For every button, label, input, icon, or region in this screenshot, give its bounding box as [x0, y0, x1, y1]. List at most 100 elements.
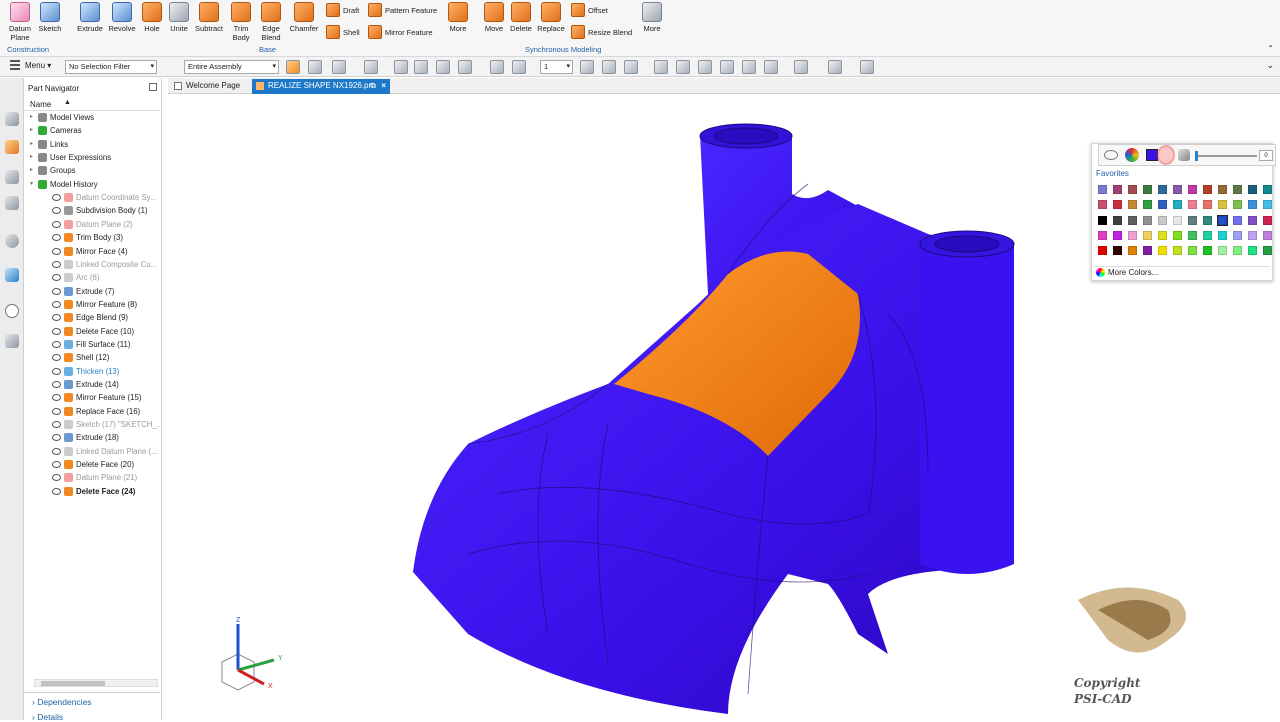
color-swatch[interactable] [1217, 214, 1228, 226]
sheet-icon[interactable] [512, 60, 526, 74]
color-swatch[interactable] [1143, 200, 1152, 210]
tree-node[interactable]: Extrude (14) [24, 378, 160, 391]
background-icon[interactable] [828, 60, 842, 74]
filter-icon[interactable] [364, 60, 378, 74]
color-swatch[interactable] [1143, 215, 1152, 225]
color-swatch[interactable] [1218, 200, 1227, 210]
assembly-navigator-icon[interactable] [5, 112, 19, 126]
visibility-icon[interactable] [52, 407, 61, 415]
color-swatch[interactable] [1158, 185, 1167, 194]
visibility-icon[interactable] [52, 207, 61, 215]
tree-node[interactable]: Sketch (17) "SKETCH_... [24, 418, 160, 431]
ribbon-collapse-icon[interactable]: ⌃ [1267, 44, 1274, 53]
color-swatch[interactable] [1248, 185, 1257, 194]
color-swatch[interactable] [1203, 246, 1212, 256]
expand-icon[interactable]: ▸ [30, 111, 33, 124]
hide-icon[interactable] [1104, 150, 1118, 160]
expand-icon[interactable]: ▸ [30, 151, 33, 164]
select-face-icon[interactable] [332, 60, 346, 74]
visibility-icon[interactable] [52, 487, 61, 495]
layer-dropdown[interactable]: 1 [540, 60, 573, 74]
trim-body-button[interactable]: Trim Body [228, 0, 254, 42]
visibility-icon[interactable] [52, 447, 61, 455]
tree-node[interactable]: Linked Composite Cu... [24, 258, 160, 271]
color-swatch[interactable] [1173, 230, 1182, 240]
tree-node[interactable]: Mirror Feature (15) [24, 391, 160, 404]
expand-icon[interactable]: ▾ [30, 178, 33, 191]
snap-box-icon[interactable] [458, 60, 472, 74]
fit-view-icon[interactable] [764, 60, 778, 74]
snap-mid-icon[interactable] [436, 60, 450, 74]
expand-icon[interactable]: ▸ [30, 164, 33, 177]
color-swatch[interactable] [1263, 230, 1272, 240]
scrollbar-thumb[interactable] [41, 681, 105, 686]
color-swatch[interactable] [1113, 215, 1122, 225]
translucency-slider[interactable] [1195, 155, 1257, 157]
delete-button[interactable]: Delete [508, 0, 534, 33]
view-orient-icon[interactable] [580, 60, 594, 74]
tree-node[interactable]: ▾ Model History [24, 178, 160, 191]
color-swatch[interactable] [1188, 215, 1197, 225]
chamfer-button[interactable]: Chamfer [288, 0, 320, 33]
color-swatch[interactable] [1203, 230, 1212, 240]
tree-node[interactable]: ▸ Groups [24, 164, 160, 177]
visibility-icon[interactable] [52, 327, 61, 335]
solid-icon[interactable] [490, 60, 504, 74]
visibility-icon[interactable] [52, 247, 61, 255]
color-swatch[interactable] [1248, 246, 1257, 256]
color-swatch[interactable] [1113, 200, 1122, 210]
color-swatch[interactable] [1173, 215, 1182, 225]
tab-close-icon[interactable]: × [381, 79, 386, 93]
color-swatch[interactable] [1173, 185, 1182, 194]
visibility-icon[interactable] [52, 354, 61, 362]
tree-node[interactable]: Extrude (18) [24, 431, 160, 444]
tab-pin-icon[interactable]: ⧉ [370, 79, 376, 93]
reuse-library-icon[interactable] [5, 196, 19, 210]
color-swatch[interactable] [1233, 200, 1242, 210]
color-swatch[interactable] [1143, 246, 1152, 256]
color-swatch[interactable] [1248, 200, 1257, 210]
color-swatch[interactable] [1158, 200, 1167, 210]
process-studio-icon[interactable] [5, 334, 19, 348]
snap-point-icon[interactable] [394, 60, 408, 74]
zoom-icon[interactable] [654, 60, 668, 74]
color-swatch[interactable] [1203, 200, 1212, 210]
hole-button[interactable]: Hole [140, 0, 164, 33]
color-swatch[interactable] [1233, 246, 1242, 256]
tree-node[interactable]: Mirror Face (4) [24, 245, 160, 258]
tree-node[interactable]: Datum Plane (21) [24, 471, 160, 484]
mirror-feature-button[interactable]: Mirror Feature [368, 25, 433, 39]
sync-more-button[interactable]: More [640, 0, 664, 33]
color-swatch[interactable] [1263, 246, 1272, 256]
visibility-icon[interactable] [52, 234, 61, 242]
color-swatch[interactable] [1203, 215, 1212, 225]
selection-filter-dropdown[interactable]: No Selection Filter [65, 60, 157, 74]
color-swatch[interactable] [1188, 230, 1197, 240]
tab-realize-shape[interactable]: REALIZE SHAPE NX1926.prt ⧉ × [252, 79, 390, 94]
visibility-icon[interactable] [52, 434, 61, 442]
sketch-button[interactable]: Sketch [36, 0, 64, 33]
visibility-icon[interactable] [52, 287, 61, 295]
visibility-icon[interactable] [52, 381, 61, 388]
translucency-icon[interactable] [1178, 149, 1190, 161]
color-swatch[interactable] [1128, 215, 1137, 225]
tree-node[interactable]: Delete Face (20) [24, 458, 160, 471]
shell-button[interactable]: Shell [326, 25, 360, 39]
unite-button[interactable]: Unite [166, 0, 192, 33]
visibility-icon[interactable] [52, 367, 61, 375]
color-swatch[interactable] [1098, 215, 1107, 225]
tree-node[interactable]: Delete Face (24) [24, 485, 160, 498]
color-swatch[interactable] [1263, 215, 1272, 225]
expand-icon[interactable]: ▸ [30, 124, 33, 137]
color-swatch[interactable] [1158, 230, 1167, 240]
color-swatch[interactable] [1188, 246, 1197, 256]
more-colors-button[interactable]: More Colors... [1096, 268, 1158, 277]
color-swatch[interactable] [1158, 246, 1167, 256]
base-more-button[interactable]: More [446, 0, 470, 33]
color-swatch[interactable] [1113, 230, 1122, 240]
visibility-icon[interactable] [52, 461, 61, 469]
pattern-feature-button[interactable]: Pattern Feature [368, 3, 437, 17]
web-browser-icon[interactable] [5, 268, 19, 282]
tree-node[interactable]: Replace Face (16) [24, 405, 160, 418]
tree-node[interactable]: Edge Blend (9) [24, 311, 160, 324]
